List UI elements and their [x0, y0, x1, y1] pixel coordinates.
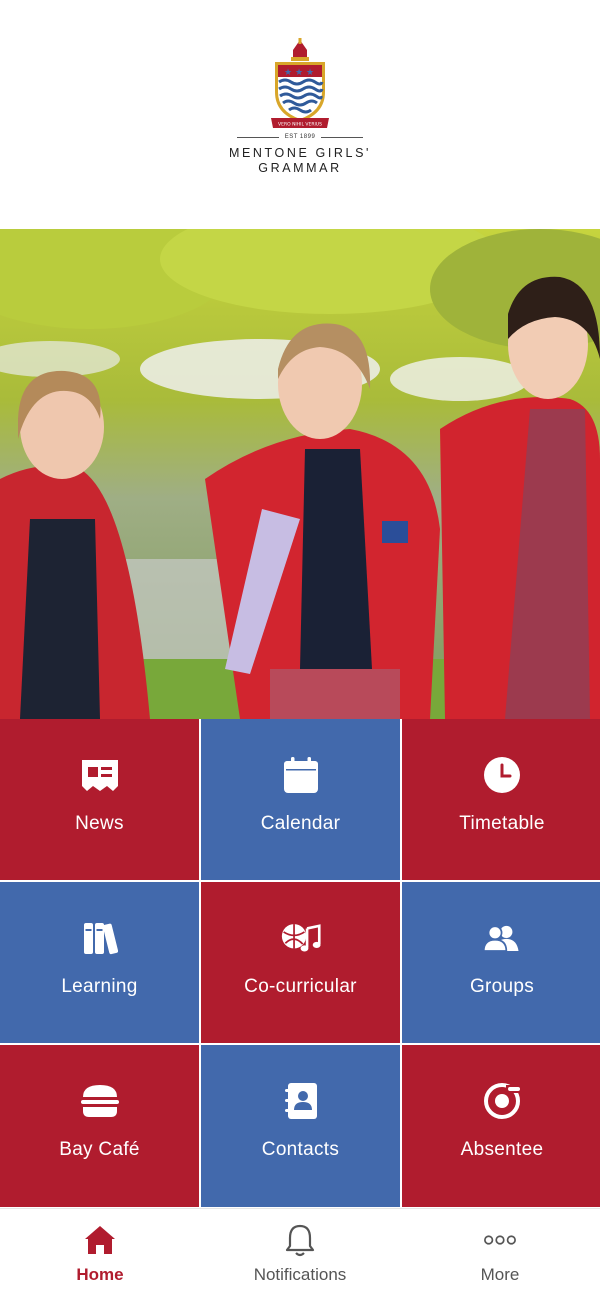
address-book-icon — [281, 1081, 321, 1121]
tile-learning-label: Learning — [61, 976, 138, 997]
users-icon — [482, 918, 522, 958]
tile-contacts[interactable]: Contacts — [201, 1045, 400, 1207]
tab-notifications[interactable]: Notifications — [200, 1209, 400, 1299]
tile-groups[interactable]: Groups — [402, 882, 600, 1043]
tab-more-label: More — [480, 1265, 520, 1284]
absentee-icon — [482, 1081, 522, 1121]
tab-notifications-label: Notifications — [253, 1265, 347, 1284]
school-crest-logo: ★ ★ ★ VERO NIHIL VERIUS — [271, 38, 329, 128]
tile-absentee-label: Absentee — [460, 1139, 544, 1160]
app-header: ★ ★ ★ VERO NIHIL VERIUS EST 1899 MENTONE… — [0, 0, 600, 229]
burger-icon — [80, 1081, 120, 1121]
more-dots-icon — [483, 1223, 517, 1257]
tile-absentee[interactable]: Absentee — [402, 1045, 600, 1207]
school-name: MENTONE GIRLS' GRAMMAR — [229, 146, 371, 176]
established-text: EST 1899 — [284, 134, 316, 140]
svg-text:★: ★ — [295, 68, 303, 78]
tile-learning[interactable]: Learning — [0, 882, 199, 1043]
tile-bay-cafe[interactable]: Bay Café — [0, 1045, 199, 1207]
tile-co-curricular[interactable]: Co-curricular — [201, 882, 400, 1043]
bell-icon — [283, 1223, 317, 1257]
books-icon — [80, 918, 120, 958]
tab-more[interactable]: More — [400, 1209, 600, 1299]
tile-timetable[interactable]: Timetable — [402, 719, 600, 880]
tile-contacts-label: Contacts — [261, 1139, 340, 1160]
tile-news-label: News — [75, 813, 124, 834]
motto-text: VERO NIHIL VERIUS — [278, 122, 322, 128]
sports-music-icon — [281, 918, 321, 958]
home-icon — [83, 1223, 117, 1257]
feature-tile-grid: News Calendar Timetable Learning Co-curr… — [0, 719, 600, 1207]
tab-home[interactable]: Home — [0, 1209, 200, 1299]
tile-bay-cafe-label: Bay Café — [59, 1139, 140, 1160]
tile-news[interactable]: News — [0, 719, 199, 880]
school-name-line2: GRAMMAR — [258, 161, 342, 175]
established-line: EST 1899 — [236, 134, 364, 140]
hero-photo-students — [0, 229, 600, 719]
tab-home-label: Home — [76, 1265, 124, 1284]
bottom-tab-bar: Home Notifications More — [0, 1208, 600, 1299]
calendar-icon — [281, 755, 321, 795]
tile-co-curricular-label: Co-curricular — [244, 976, 357, 997]
tile-timetable-label: Timetable — [459, 813, 545, 834]
school-name-line1: MENTONE GIRLS' — [228, 146, 372, 160]
tile-calendar[interactable]: Calendar — [201, 719, 400, 880]
svg-text:★: ★ — [306, 68, 314, 78]
tile-calendar-label: Calendar — [260, 813, 341, 834]
tile-groups-label: Groups — [469, 976, 535, 997]
svg-text:★: ★ — [284, 68, 292, 78]
clock-icon — [482, 755, 522, 795]
newspaper-icon — [80, 755, 120, 795]
